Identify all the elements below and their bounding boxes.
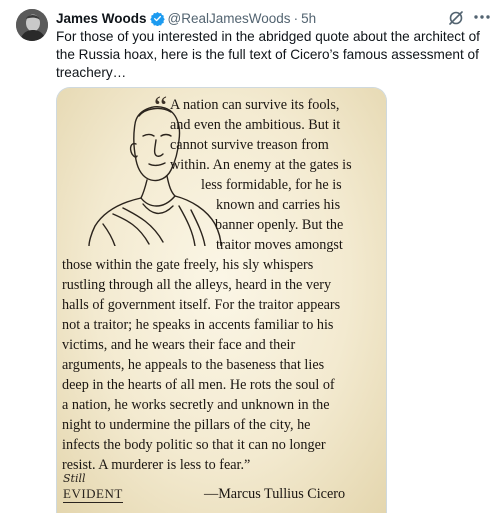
grok-icon[interactable] — [448, 10, 464, 26]
author-handle[interactable]: @RealJamesWoods — [168, 11, 291, 26]
quote-line: cannot survive treason from — [170, 137, 329, 153]
quote-line: less formidable, for he is — [201, 177, 342, 193]
timestamp[interactable]: 5h — [301, 11, 316, 26]
tweet-header: James Woods @RealJamesWoods · 5h — [56, 9, 316, 27]
author-name[interactable]: James Woods — [56, 11, 147, 26]
quote-line: within. An enemy at the gates is — [170, 157, 352, 173]
quote-line: night to undermine the pillars of the ci… — [62, 417, 311, 433]
quote-line: a nation, he works secretly and unknown … — [62, 397, 330, 413]
quote-line: halls of government itself. For the trai… — [62, 297, 341, 313]
avatar[interactable] — [16, 9, 48, 41]
quote-line: rustling through all the alleys, heard i… — [62, 277, 332, 293]
quote-line: arguments, he appeals to the baseness th… — [62, 357, 325, 373]
quote-line: not a traitor; he speaks in accents fami… — [62, 317, 334, 333]
open-quote-mark: “ — [154, 90, 168, 123]
quote-line: deep in the hearts of all men. He rots t… — [62, 377, 335, 393]
logo-text-evident: EVIDENT — [63, 486, 123, 503]
quote-line: known and carries his — [216, 197, 341, 213]
quote-line: banner openly. But the — [215, 217, 344, 233]
quote-line: infects the body politic so that it can … — [62, 437, 326, 453]
quote-line: A nation can survive its fools, — [170, 97, 340, 113]
tweet-image[interactable]: “ A nation can survive its fools, and ev… — [56, 87, 387, 513]
verified-badge-icon[interactable] — [149, 11, 165, 26]
separator-dot: · — [293, 10, 299, 26]
tweet-text: For those of you interested in the abrid… — [56, 29, 480, 80]
quote-line: and even the ambitious. But it — [170, 117, 341, 133]
quote-attribution: —Marcus Tullius Cicero — [204, 486, 346, 502]
more-icon[interactable] — [472, 7, 492, 27]
quote-line: victims, and he wears their face and the… — [62, 337, 296, 353]
still-evident-logo: Still EVIDENT — [63, 472, 133, 508]
quote-line: traitor moves amongst — [216, 237, 343, 253]
logo-text-still: Still — [63, 472, 86, 485]
quote-line: those within the gate freely, his sly wh… — [62, 257, 314, 273]
